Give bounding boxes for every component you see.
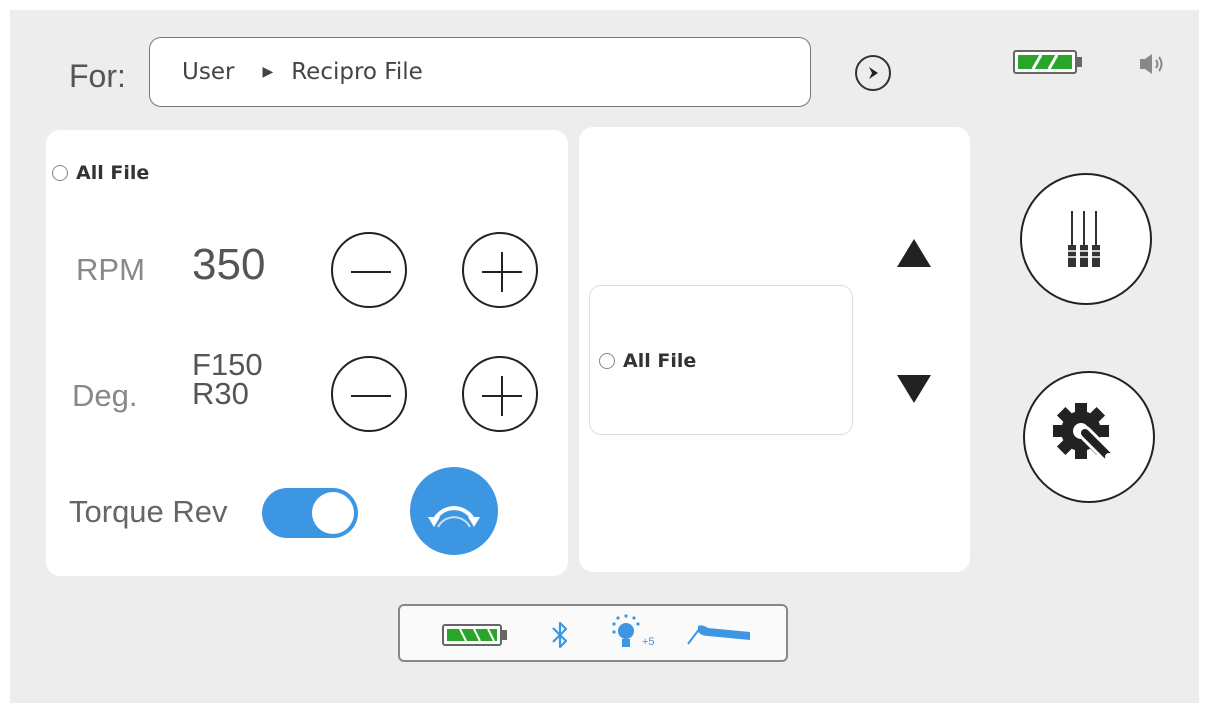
handpiece-icon — [686, 620, 752, 653]
all-file-radio[interactable] — [52, 165, 68, 181]
toggle-knob — [312, 492, 354, 534]
device-screen: For: User ▶ Recipro File All File RPM 35 — [10, 10, 1199, 703]
degree-reverse-value: R30 — [192, 376, 249, 411]
arrow-up-icon[interactable] — [895, 237, 933, 274]
settings-icon — [1053, 403, 1114, 462]
rpm-value: 350 — [192, 240, 266, 289]
minus-icon — [351, 395, 391, 397]
degree-increase-button[interactable] — [462, 356, 538, 432]
degree-label: Deg. — [72, 378, 138, 413]
battery-icon — [442, 624, 508, 651]
torque-rev-label: Torque Rev — [69, 494, 228, 529]
breadcrumb[interactable]: User ▶ Recipro File — [149, 37, 811, 107]
file-label: All File — [623, 350, 697, 372]
bluetooth-icon — [550, 619, 570, 656]
breadcrumb-separator: ▶ — [262, 64, 274, 80]
breadcrumb-item-recipro-file[interactable]: Recipro File — [291, 59, 423, 85]
for-label: For: — [69, 58, 126, 94]
settings-button[interactable] — [1023, 371, 1155, 503]
breadcrumb-item-user[interactable]: User — [182, 59, 234, 85]
arrow-down-icon[interactable] — [895, 373, 933, 410]
all-file-label: All File — [76, 162, 150, 184]
files-icon — [1068, 211, 1100, 267]
battery-icon — [1013, 50, 1083, 79]
file-list-panel: All File — [579, 127, 970, 572]
file-radio[interactable] — [599, 353, 615, 369]
degree-decrease-button[interactable] — [331, 356, 407, 432]
file-select-button[interactable] — [1020, 173, 1152, 305]
light-level: +5 — [642, 636, 655, 648]
settings-panel: All File RPM 350 Deg. F150 R30 Torque Re… — [46, 130, 568, 576]
rpm-decrease-button[interactable] — [331, 232, 407, 308]
rpm-label: RPM — [76, 252, 145, 287]
plus-icon — [482, 376, 522, 416]
speaker-icon[interactable] — [1138, 53, 1166, 80]
rotation-mode-button[interactable] — [410, 467, 498, 555]
minus-icon — [351, 271, 391, 273]
file-list-item[interactable]: All File — [589, 285, 853, 435]
all-file-option[interactable]: All File — [52, 162, 149, 184]
rpm-increase-button[interactable] — [462, 232, 538, 308]
status-bar: +5 — [398, 604, 788, 662]
plus-icon — [482, 252, 522, 292]
light-icon — [610, 614, 644, 659]
rotation-icon — [428, 506, 480, 528]
torque-rev-toggle[interactable] — [262, 488, 358, 538]
file-option[interactable]: All File — [599, 350, 696, 372]
forward-arrow-icon[interactable] — [855, 55, 891, 91]
